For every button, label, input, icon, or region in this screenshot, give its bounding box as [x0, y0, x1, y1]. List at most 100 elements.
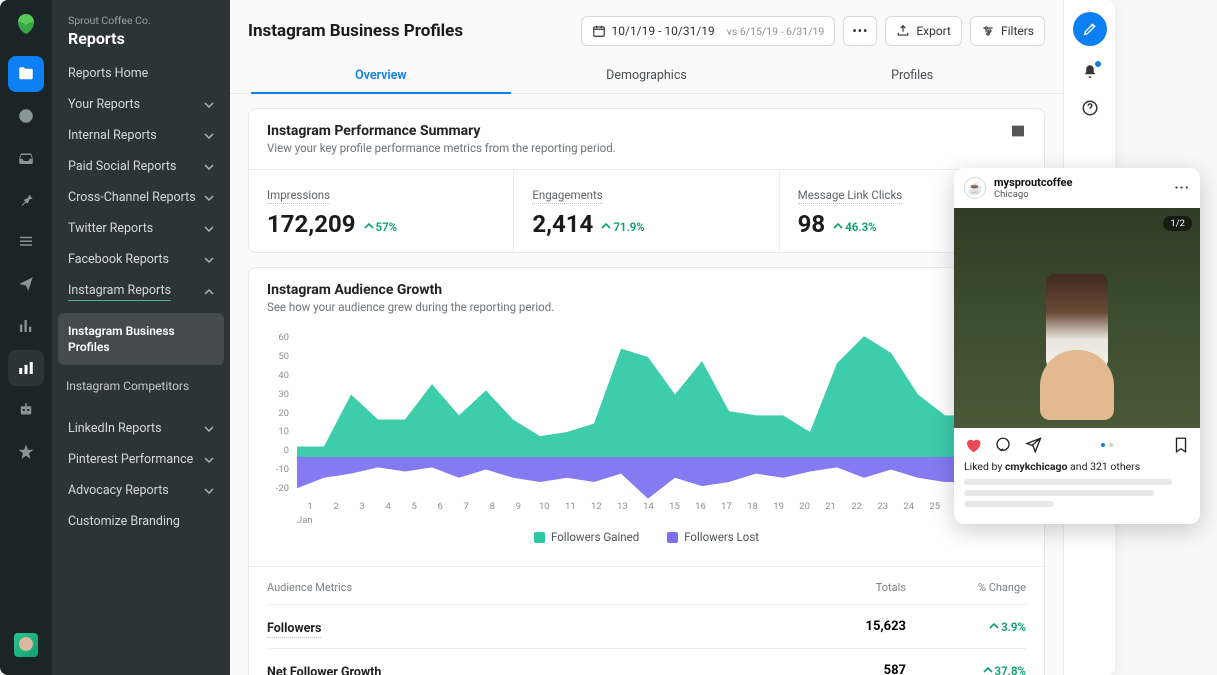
comment-icon[interactable] — [994, 436, 1012, 454]
share-icon[interactable] — [1024, 436, 1042, 454]
th-totals: Totals — [786, 581, 906, 594]
sidebar-group-advocacy[interactable]: Advocacy Reports — [52, 475, 230, 506]
sidebar-reports-home[interactable]: Reports Home — [52, 58, 230, 89]
arrow-up-icon — [983, 666, 993, 675]
table-view-icon[interactable] — [1010, 123, 1026, 139]
legend-gained: Followers Gained — [534, 530, 639, 544]
ellipsis-icon: ••• — [852, 24, 868, 38]
nav-listening-icon[interactable] — [8, 308, 44, 344]
chart-plot — [297, 332, 1026, 499]
main-content: Instagram Business Profiles 10/1/19 - 10… — [230, 0, 1063, 675]
arrow-up-icon — [989, 622, 999, 632]
ig-more-icon[interactable]: ··· — [1174, 180, 1190, 196]
export-button[interactable]: Export — [885, 16, 962, 46]
delta-up: 71.9% — [601, 220, 644, 234]
sidebar-group-internal[interactable]: Internal Reports — [52, 120, 230, 151]
th-metric: Audience Metrics — [267, 581, 786, 594]
chevron-down-icon — [204, 255, 214, 265]
nav-folder-icon[interactable] — [8, 56, 44, 92]
chart-y-axis: 6050403020100-10-20 — [267, 332, 293, 494]
sidebar-sub-ig-business-profiles[interactable]: Instagram Business Profiles — [58, 313, 224, 365]
export-icon — [896, 24, 910, 38]
compose-button[interactable] — [1073, 12, 1107, 46]
filters-button[interactable]: Filters — [970, 16, 1045, 46]
help-icon[interactable] — [1080, 98, 1100, 118]
date-range-button[interactable]: 10/1/19 - 10/31/19 vs 6/15/19 - 6/31/19 — [581, 16, 836, 46]
chevron-down-icon — [204, 131, 214, 141]
metric-impressions: Impressions 172,20957% — [249, 170, 514, 252]
th-change: % Change — [906, 581, 1026, 594]
nav-bot-icon[interactable] — [8, 392, 44, 428]
nav-publishing-icon[interactable] — [8, 266, 44, 302]
chevron-down-icon — [204, 193, 214, 203]
audience-metrics-table: Audience Metrics Totals % Change Followe… — [249, 566, 1044, 675]
calendar-icon — [592, 24, 606, 38]
sidebar-group-cross-channel[interactable]: Cross-Channel Reports — [52, 182, 230, 213]
nav-inbox-icon[interactable] — [8, 140, 44, 176]
chevron-down-icon — [204, 486, 214, 496]
tabs: Overview Demographics Profiles — [230, 56, 1063, 94]
tab-profiles[interactable]: Profiles — [779, 56, 1045, 93]
more-button[interactable]: ••• — [843, 16, 877, 46]
ig-caption-skeleton — [954, 473, 1200, 524]
chart-legend: Followers Gained Followers Lost — [267, 512, 1026, 558]
bookmark-icon[interactable] — [1172, 436, 1190, 454]
reports-sidebar: Sprout Coffee Co. Reports Reports Home Y… — [52, 0, 230, 675]
sidebar-group-facebook[interactable]: Facebook Reports — [52, 244, 230, 275]
delta-up: 46.3% — [833, 220, 876, 234]
notifications-icon[interactable] — [1080, 62, 1100, 82]
chart-x-axis: 1234567891011121314151617181920212223242… — [297, 501, 1026, 512]
chevron-down-icon — [204, 455, 214, 465]
tab-demographics[interactable]: Demographics — [514, 56, 780, 93]
brand-company: Sprout Coffee Co. — [68, 14, 214, 27]
delta-up: 57% — [364, 220, 398, 234]
ig-carousel-dots — [1054, 443, 1160, 447]
global-nav-rail — [0, 0, 52, 675]
chevron-up-icon — [204, 287, 214, 297]
nav-star-icon[interactable] — [8, 434, 44, 470]
audience-growth-chart: 6050403020100-10-20 12345678910111213141… — [267, 332, 1026, 512]
date-range-text: 10/1/19 - 10/31/19 — [612, 24, 715, 38]
filters-icon — [981, 24, 995, 38]
sidebar-group-your-reports[interactable]: Your Reports — [52, 89, 230, 120]
chevron-down-icon — [204, 162, 214, 172]
growth-title: Instagram Audience Growth — [267, 282, 554, 298]
table-row: Followers 15,623 3.9% — [267, 604, 1026, 648]
sidebar-group-instagram[interactable]: Instagram Reports — [52, 275, 230, 309]
page-title: Instagram Business Profiles — [248, 21, 463, 41]
heart-icon[interactable] — [964, 436, 982, 454]
nav-dashboard-icon[interactable] — [8, 98, 44, 134]
user-avatar[interactable] — [14, 633, 38, 657]
sidebar-sub-ig-competitors[interactable]: Instagram Competitors — [52, 369, 230, 403]
ig-username[interactable]: mysproutcoffee — [994, 176, 1072, 189]
summary-title: Instagram Performance Summary — [267, 123, 616, 139]
chevron-down-icon — [204, 100, 214, 110]
summary-subtitle: View your key profile performance metric… — [267, 141, 616, 155]
performance-summary-card: Instagram Performance Summary View your … — [248, 108, 1045, 253]
ig-location[interactable]: Chicago — [994, 189, 1072, 200]
legend-lost: Followers Lost — [667, 530, 759, 544]
brand-section: Reports — [68, 29, 214, 48]
sidebar-group-paid-social[interactable]: Paid Social Reports — [52, 151, 230, 182]
sidebar-group-linkedin[interactable]: LinkedIn Reports — [52, 413, 230, 444]
nav-pin-icon[interactable] — [8, 182, 44, 218]
chevron-down-icon — [204, 424, 214, 434]
sidebar-customize-branding[interactable]: Customize Branding — [52, 506, 230, 537]
sidebar-group-pinterest[interactable]: Pinterest Performance — [52, 444, 230, 475]
sidebar-group-twitter[interactable]: Twitter Reports — [52, 213, 230, 244]
audience-growth-card: Instagram Audience Growth See how your a… — [248, 267, 1045, 675]
tab-overview[interactable]: Overview — [248, 56, 514, 93]
metric-engagements: Engagements 2,41471.9% — [514, 170, 779, 252]
sprout-logo — [14, 12, 38, 36]
table-row: Net Follower Growth 587 37.8% — [267, 648, 1026, 675]
nav-feed-icon[interactable] — [8, 224, 44, 260]
growth-subtitle: See how your audience grew during the re… — [267, 300, 554, 314]
ig-avatar[interactable]: ☕ — [964, 177, 986, 199]
compare-range-text: vs 6/15/19 - 6/31/19 — [727, 25, 825, 38]
ig-likes-text: Liked by cmykchicago and 321 others — [954, 460, 1200, 473]
nav-reports-icon[interactable] — [8, 350, 44, 386]
ig-post-image[interactable]: 1/2 — [954, 208, 1200, 428]
instagram-post-preview: ☕ mysproutcoffee Chicago ··· 1/2 Liked b… — [954, 168, 1200, 524]
chart-x-label: Jan — [297, 515, 313, 526]
ig-image-counter: 1/2 — [1163, 216, 1192, 231]
